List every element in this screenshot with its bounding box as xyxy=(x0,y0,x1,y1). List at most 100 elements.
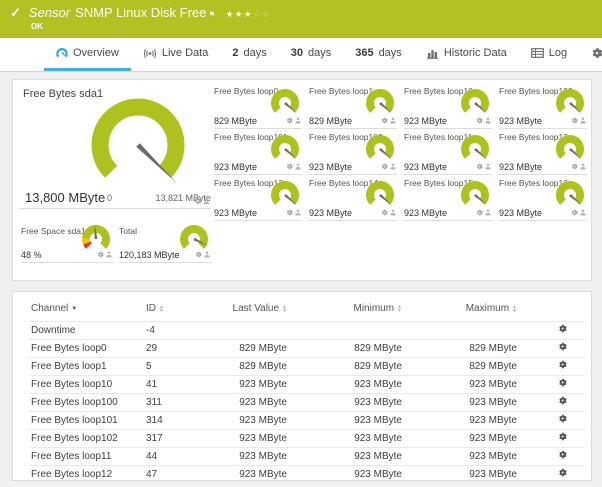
cell-id: 29 xyxy=(144,339,199,358)
gear-icon[interactable] xyxy=(381,157,388,175)
live-icon xyxy=(143,48,157,59)
cell-minimum: 923 MByte xyxy=(289,411,404,430)
gauge-action-icons[interactable] xyxy=(571,111,586,129)
gear-icon[interactable] xyxy=(476,203,483,221)
tab-historic-data[interactable]: Historic Data xyxy=(414,38,519,71)
gauge-value: 923 MByte xyxy=(309,208,353,218)
gauge-action-icons[interactable] xyxy=(286,157,301,175)
gauge-action-icons[interactable] xyxy=(476,111,491,129)
tab-settings[interactable]: Settings xyxy=(579,38,602,71)
gauge-action-icons[interactable] xyxy=(286,203,301,221)
user-icon[interactable] xyxy=(204,245,210,263)
gauge-action-icons[interactable] xyxy=(195,245,210,263)
table-row: Free Bytes loop102 317 923 MByte 923 MByte 9… xyxy=(29,429,585,448)
tab-live-data[interactable]: Live Data xyxy=(131,38,220,71)
user-icon[interactable] xyxy=(106,245,112,263)
user-icon[interactable] xyxy=(485,203,491,221)
table-row: Downtime -4 xyxy=(29,321,585,340)
tab-log[interactable]: Log xyxy=(519,38,579,71)
gauge-action-icons[interactable] xyxy=(381,157,396,175)
table-row: Free Bytes loop11 44 923 MByte 923 MByte 923… xyxy=(29,447,585,466)
mini-gauge-tile: Free Bytes loop101 923 MByte xyxy=(214,131,302,175)
cell-last-value: 923 MByte xyxy=(199,465,289,480)
status-check-icon: ✓ xyxy=(10,5,21,20)
user-icon[interactable] xyxy=(203,192,210,210)
tab-365-days[interactable]: 365 days xyxy=(343,38,414,71)
table-row: Free Bytes loop0 29 829 MByte 829 MByte 829 … xyxy=(29,339,585,358)
column-header-maximum[interactable]: Maximum ▲ ▼ xyxy=(404,297,519,322)
gear-icon[interactable] xyxy=(97,245,104,263)
user-icon[interactable] xyxy=(390,157,396,175)
mini-gauge-tile: Free Bytes loop0 829 MByte xyxy=(214,85,302,129)
gear-icon[interactable] xyxy=(381,111,388,129)
gear-icon[interactable] xyxy=(286,203,293,221)
gauge-action-icons[interactable] xyxy=(381,111,396,129)
channel-settings-gear-icon[interactable] xyxy=(519,429,569,448)
gauge-action-icons[interactable] xyxy=(571,157,586,175)
gear-icon[interactable] xyxy=(195,245,202,263)
cell-maximum: 923 MByte xyxy=(404,393,519,412)
mini-gauge-grid: Free Bytes loop0 829 MByte Free Bytes loop… xyxy=(214,85,587,221)
gear-icon[interactable] xyxy=(476,157,483,175)
user-icon[interactable] xyxy=(295,203,301,221)
gauge-action-icons[interactable] xyxy=(97,245,112,263)
user-icon[interactable] xyxy=(580,157,586,175)
table-row: Free Bytes loop12 47 923 MByte 923 MByte 923… xyxy=(29,465,585,480)
gauge-action-icons[interactable] xyxy=(476,203,491,221)
gauge-value: 923 MByte xyxy=(309,162,353,172)
user-icon[interactable] xyxy=(485,111,491,129)
column-header-last-value[interactable]: Last Value ▲ ▼ xyxy=(199,297,289,322)
channel-settings-gear-icon[interactable] xyxy=(519,339,569,358)
cell-maximum xyxy=(404,321,519,340)
cell-id: 44 xyxy=(144,447,199,466)
cell-filler xyxy=(569,447,585,466)
filler-column xyxy=(569,297,585,322)
channel-settings-gear-icon[interactable] xyxy=(519,465,569,480)
cell-filler xyxy=(569,465,585,480)
user-icon[interactable] xyxy=(295,157,301,175)
gear-icon[interactable] xyxy=(381,203,388,221)
user-icon[interactable] xyxy=(580,111,586,129)
priority-stars[interactable]: ★★★☆☆ xyxy=(226,9,271,20)
tab-30-days[interactable]: 30 days xyxy=(279,38,344,71)
gear-icon[interactable] xyxy=(571,111,578,129)
gear-icon[interactable] xyxy=(286,157,293,175)
main-gauge-action-icons[interactable] xyxy=(194,192,210,210)
tab-label: days xyxy=(378,47,402,59)
gauge-action-icons[interactable] xyxy=(286,111,301,129)
gauge-value: 48 % xyxy=(21,250,42,260)
sort-icon: ▲ ▼ xyxy=(159,303,164,314)
sort-icon: ▲ ▼ xyxy=(512,303,517,314)
gear-icon[interactable] xyxy=(286,111,293,129)
user-icon[interactable] xyxy=(390,111,396,129)
gauge-value: 829 MByte xyxy=(214,116,258,126)
column-header-minimum[interactable]: Minimum ▲ ▼ xyxy=(289,297,404,322)
column-header-channel[interactable]: Channel ▼ xyxy=(29,297,144,322)
channel-settings-gear-icon[interactable] xyxy=(519,375,569,394)
channel-settings-gear-icon[interactable] xyxy=(519,357,569,376)
channel-settings-gear-icon[interactable] xyxy=(519,321,569,340)
tab-2-days[interactable]: 2 days xyxy=(220,38,278,71)
mini-gauge-tile: Free Bytes loop1 829 MByte xyxy=(309,85,397,129)
channel-settings-gear-icon[interactable] xyxy=(519,393,569,412)
cell-minimum: 829 MByte xyxy=(289,357,404,376)
gear-icon[interactable] xyxy=(476,111,483,129)
channel-settings-gear-icon[interactable] xyxy=(519,447,569,466)
gear-icon[interactable] xyxy=(571,157,578,175)
gear-icon[interactable] xyxy=(571,203,578,221)
gauge-action-icons[interactable] xyxy=(571,203,586,221)
tab-bar: Overview Live Data 2 days 30 days 365 days Histo… xyxy=(0,38,602,72)
star-empty-icon: ☆☆ xyxy=(252,9,271,19)
cell-maximum: 923 MByte xyxy=(404,465,519,480)
bottom-gauge-tile: Total 120,183 MByte xyxy=(119,225,211,263)
gauge-action-icons[interactable] xyxy=(381,203,396,221)
channel-settings-gear-icon[interactable] xyxy=(519,411,569,430)
user-icon[interactable] xyxy=(485,157,491,175)
user-icon[interactable] xyxy=(580,203,586,221)
user-icon[interactable] xyxy=(295,111,301,129)
user-icon[interactable] xyxy=(390,203,396,221)
gear-icon[interactable] xyxy=(194,192,202,210)
column-header-id[interactable]: ID ▲ ▼ xyxy=(144,297,199,322)
tab-overview[interactable]: Overview xyxy=(44,38,131,71)
gauge-action-icons[interactable] xyxy=(476,157,491,175)
